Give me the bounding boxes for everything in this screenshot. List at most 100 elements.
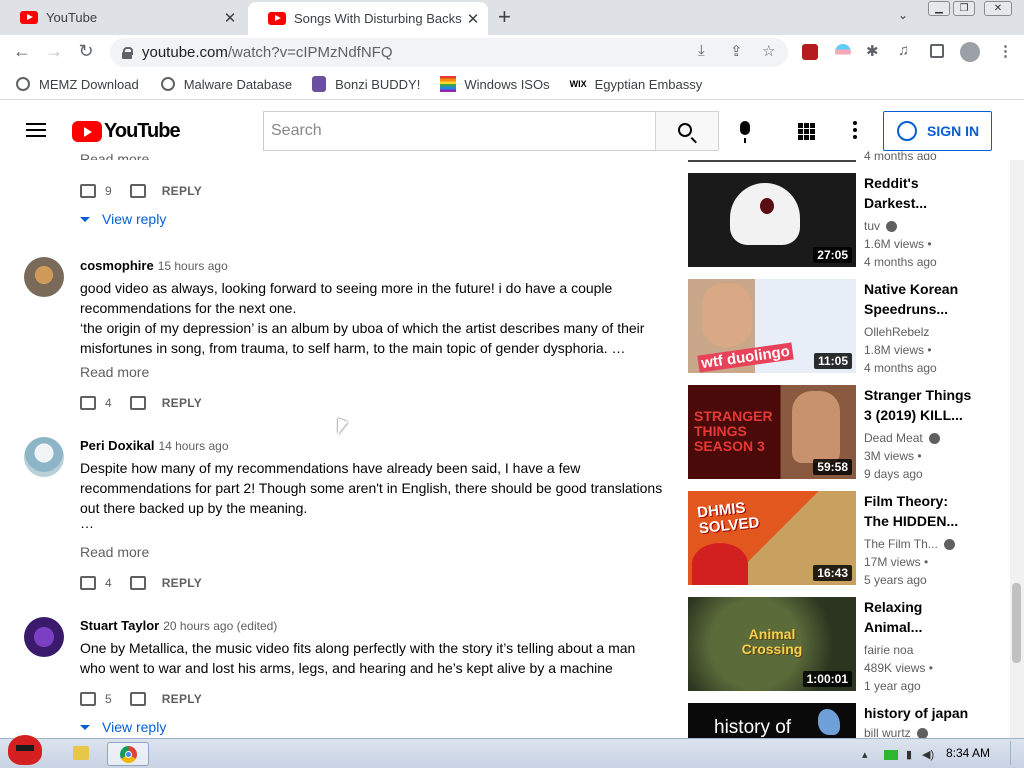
thumbnail-caption: STRANGER THINGS SEASON 3 <box>694 408 773 454</box>
bookmark-star-icon[interactable]: ☆ <box>762 42 775 60</box>
share-icon[interactable]: ⇪ <box>730 42 743 60</box>
tab-search-chevron-icon[interactable]: ⌄ <box>898 8 908 22</box>
video-title[interactable]: Reddit's Darkest... <box>864 173 984 213</box>
page-scrollbar-thumb[interactable] <box>1012 583 1021 663</box>
verified-check-icon <box>886 220 898 232</box>
restore-button[interactable]: ❐ <box>953 1 975 16</box>
extension-flag-icon[interactable] <box>835 44 851 60</box>
back-arrow-icon[interactable]: ← <box>10 41 34 62</box>
thumbs-down-icon[interactable] <box>129 576 146 590</box>
reply-button[interactable]: REPLY <box>162 396 202 410</box>
comment-time[interactable]: 20 hours ago (edited) <box>163 619 277 633</box>
url-text[interactable]: youtube.com/watch?v=cIPMzNdfNFQ <box>142 44 393 61</box>
bookmark-bonzi[interactable]: Bonzi BUDDY! <box>312 76 420 92</box>
video-channel[interactable]: The Film Th... <box>864 537 955 551</box>
reply-button[interactable]: REPLY <box>162 576 202 590</box>
microphone-icon[interactable] <box>740 121 750 143</box>
video-title[interactable]: Film Theory: The HIDDEN... <box>864 491 984 531</box>
video-channel[interactable]: Dead Meat <box>864 431 940 445</box>
tab-title: Songs With Disturbing Backsto <box>294 11 462 26</box>
avatar[interactable] <box>24 617 64 657</box>
start-button[interactable] <box>4 731 46 769</box>
comment-author[interactable]: cosmophire 15 hours ago <box>80 258 228 273</box>
thumbs-up-icon[interactable] <box>80 692 96 706</box>
video-title[interactable]: Stranger Things 3 (2019) KILL... <box>864 385 984 425</box>
close-tab-icon[interactable]: ✕ <box>462 10 484 28</box>
close-window-button[interactable]: ✕ <box>984 1 1012 16</box>
video-thumbnail[interactable]: 27:05 <box>688 173 856 267</box>
battery-icon[interactable] <box>884 750 898 760</box>
show-desktop-button[interactable] <box>1010 741 1022 765</box>
video-channel[interactable]: fairie noa <box>864 643 913 657</box>
video-thumbnail[interactable]: DHMIS SOLVED 16:43 <box>688 491 856 585</box>
comment-author[interactable]: Peri Doxikal 14 hours ago <box>80 438 229 453</box>
view-reply-button[interactable]: View reply <box>80 211 166 227</box>
reload-icon[interactable]: ↻ <box>74 41 98 62</box>
new-tab-button[interactable]: + <box>498 6 511 28</box>
read-more-link[interactable]: Read more <box>80 364 149 380</box>
taskbar-file-explorer[interactable] <box>64 742 98 766</box>
reply-button[interactable]: REPLY <box>162 184 202 198</box>
search-input[interactable]: Search <box>263 111 656 151</box>
video-channel[interactable]: OllehRebelz <box>864 325 929 339</box>
view-reply-button[interactable]: View reply <box>80 719 166 735</box>
video-channel[interactable]: bill wurtz <box>864 728 928 738</box>
extensions-puzzle-icon[interactable]: ✱ <box>866 42 879 60</box>
youtube-logo[interactable]: YouTube <box>72 120 181 143</box>
video-age: 1 year ago <box>864 679 921 693</box>
lock-icon[interactable] <box>122 46 133 59</box>
volume-icon[interactable]: ◀) <box>922 748 934 761</box>
reply-button[interactable]: REPLY <box>162 692 202 706</box>
video-thumbnail[interactable]: history of <box>688 703 856 738</box>
tab-youtube[interactable]: YouTube ✕ <box>0 0 245 35</box>
tab-songs-disturbing[interactable]: Songs With Disturbing Backsto ✕ <box>248 2 488 35</box>
thumbs-up-icon[interactable] <box>80 184 96 198</box>
bookmark-memz[interactable]: MEMZ Download <box>16 77 139 92</box>
network-icon[interactable]: ▮ <box>906 748 912 761</box>
search-button[interactable] <box>655 111 719 151</box>
video-views: 1.8M views • <box>864 343 932 357</box>
profile-avatar-icon[interactable] <box>960 42 980 62</box>
video-thumbnail[interactable] <box>688 160 856 162</box>
side-panel-icon[interactable] <box>930 44 944 58</box>
apps-grid-icon[interactable] <box>798 123 815 140</box>
comment-author[interactable]: Stuart Taylor 20 hours ago (edited) <box>80 618 277 633</box>
address-bar[interactable]: youtube.com/watch?v=cIPMzNdfNFQ <box>110 38 788 67</box>
extension-ublock-icon[interactable] <box>802 44 818 60</box>
video-thumbnail[interactable]: Animal Crossing 1:00:01 <box>688 597 856 691</box>
minimize-button[interactable]: ▁ <box>928 1 950 16</box>
avatar[interactable] <box>24 257 64 297</box>
video-thumbnail[interactable]: wtf duolingo 11:05 <box>688 279 856 373</box>
forward-arrow-icon[interactable]: → <box>42 41 66 62</box>
caret-down-icon <box>80 724 90 730</box>
comment-time[interactable]: 14 hours ago <box>158 439 228 453</box>
comment-time[interactable]: 15 hours ago <box>158 259 228 273</box>
thumbs-down-icon[interactable] <box>129 692 146 706</box>
bookmark-egyptian-embassy[interactable]: WIX Egyptian Embassy <box>570 77 703 92</box>
video-channel[interactable]: tuv <box>864 219 898 233</box>
media-controls-icon[interactable]: ♫ <box>898 42 909 59</box>
read-more-link[interactable]: Read more <box>80 152 149 160</box>
thumbs-down-icon[interactable] <box>129 396 146 410</box>
guide-menu-icon[interactable] <box>26 123 46 137</box>
video-title[interactable]: history of japan <box>864 703 994 723</box>
thumbs-down-icon[interactable] <box>129 184 146 198</box>
tray-expand-icon[interactable]: ▴ <box>862 748 868 761</box>
thumbs-up-icon[interactable] <box>80 576 96 590</box>
read-more-link[interactable]: Read more <box>80 544 149 560</box>
taskbar-clock[interactable]: 8:34 AM <box>946 746 990 760</box>
taskbar-chrome[interactable] <box>107 742 149 766</box>
sign-in-button[interactable]: SIGN IN <box>883 111 992 151</box>
browser-menu-icon[interactable]: ⋮ <box>998 42 1013 60</box>
settings-menu-icon[interactable] <box>853 121 857 139</box>
thumbs-up-icon[interactable] <box>80 396 96 410</box>
install-app-icon[interactable]: ⤓ <box>698 42 705 59</box>
avatar[interactable] <box>24 437 64 477</box>
video-thumbnail[interactable]: STRANGER THINGS SEASON 3 59:58 <box>688 385 856 479</box>
close-tab-icon[interactable]: ✕ <box>219 9 241 27</box>
bookmark-windows-isos[interactable]: Windows ISOs <box>440 76 550 92</box>
bookmark-malware-db[interactable]: Malware Database <box>160 77 292 92</box>
like-count: 4 <box>105 396 112 410</box>
video-title[interactable]: Relaxing Animal... <box>864 597 984 637</box>
video-title[interactable]: Native Korean Speedruns... <box>864 279 984 319</box>
